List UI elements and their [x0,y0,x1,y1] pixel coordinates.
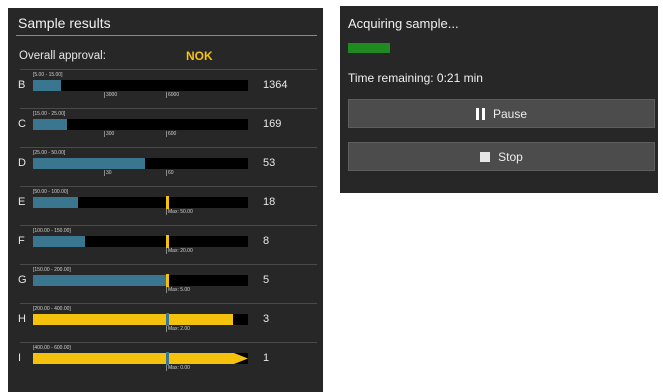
result-row-d: [25.00 - 50.00] D 30 60 53 [8,147,323,186]
row-letter: F [18,235,25,247]
acquisition-panel: Acquiring sample... Time remaining: 0:21… [340,6,658,193]
row-scale-tick [166,92,167,98]
row-scale-label: 300 [106,131,115,137]
row-letter: B [18,79,26,91]
row-letter: D [18,157,26,169]
row-count: 1364 [263,79,288,91]
pause-label: Pause [492,106,528,121]
row-bar-fill [33,314,233,325]
row-divider [20,108,317,109]
row-limit-marker [166,313,169,326]
row-bar-fill [33,80,61,91]
row-scale-label: 30 [106,170,112,176]
row-count: 53 [263,157,276,169]
row-scale-label: Max: 2.00 [168,326,190,332]
row-scale-tick [166,365,167,371]
row-scale-label: Max: 50.00 [168,209,193,215]
row-scale-label: Max: 5.00 [168,287,190,293]
row-scale-tick [166,131,167,137]
row-scale-tick [166,170,167,176]
row-letter: I [18,352,22,364]
row-letter: G [18,274,27,286]
row-scale-tick [166,209,167,215]
row-bar-track [33,235,248,248]
row-bar-fill [33,197,78,208]
row-scale-tick [166,248,167,254]
row-scale-tick [104,170,105,176]
row-scale-label: 600 [168,131,177,137]
row-divider [20,186,317,187]
row-scale-tick [166,287,167,293]
row-scale-label: 6000 [168,92,180,98]
acquisition-title: Acquiring sample... [348,16,459,31]
row-scale-label: Max: 0.00 [168,365,190,371]
pause-icon [475,107,485,120]
result-row-g: [150.00 - 200.00] G Max: 5.00 5 [8,264,323,303]
overall-approval-label: Overall approval: [19,50,106,62]
row-bar-track [33,158,248,169]
row-count: 169 [263,118,282,130]
row-limit-marker [166,274,169,287]
row-bar-track [33,352,248,365]
row-count: 5 [263,274,270,286]
row-scale-label: 60 [168,170,174,176]
row-scale-label: 3000 [106,92,118,98]
row-bar-fill [33,353,248,364]
row-divider [20,69,317,70]
row-bar-track [33,80,248,91]
row-count: 18 [263,196,276,208]
row-range: [150.00 - 200.00] [33,267,71,273]
result-row-b: [5.00 - 15.00] B 3000 6000 1364 [8,69,323,108]
row-bar-fill [33,158,145,169]
row-letter: E [18,196,26,208]
row-limit-marker [166,352,169,365]
row-range: [200.00 - 400.00] [33,306,71,312]
row-bar-fill [33,275,166,286]
result-row-i: [400.00 - 600.00] I Max: 0.00 1 [8,342,323,381]
stop-button[interactable]: Stop [348,142,655,171]
row-range: [100.00 - 150.00] [33,228,71,234]
row-count: 3 [263,313,270,325]
row-bar-track [33,274,248,287]
row-count: 8 [263,235,270,247]
time-remaining: Time remaining: 0:21 min [348,71,483,85]
result-row-f: [100.00 - 150.00] F Max: 20.00 8 [8,225,323,264]
stop-icon [480,151,491,162]
row-limit-marker [166,196,169,209]
row-scale-tick [104,92,105,98]
row-bar-track [33,196,248,209]
row-scale-tick [166,326,167,332]
row-scale-label: Max: 20.00 [168,248,193,254]
row-range: [50.00 - 100.00] [33,189,69,195]
row-divider [20,303,317,304]
sample-results-panel: Sample results Overall approval: NOK [5.… [8,8,323,392]
overall-approval-value: NOK [186,49,213,63]
row-limit-marker [166,235,169,248]
progress-bar [348,43,648,53]
row-letter: C [18,118,26,130]
result-row-h: [200.00 - 400.00] H Max: 2.00 3 [8,303,323,342]
result-row-e: [50.00 - 100.00] E Max: 50.00 18 [8,186,323,225]
title-divider [16,35,317,36]
row-bar-track [33,313,248,326]
row-range: [400.00 - 600.00] [33,345,71,351]
row-divider [20,147,317,148]
row-bar-fill [33,119,67,130]
panel-title: Sample results [18,15,111,31]
row-bar-track [33,119,248,130]
row-range: [5.00 - 15.00] [33,72,63,78]
row-divider [20,264,317,265]
stop-label: Stop [498,149,523,164]
row-divider [20,225,317,226]
row-divider [20,342,317,343]
row-letter: H [18,313,26,325]
pause-button[interactable]: Pause [348,99,655,128]
progress-fill [348,43,390,53]
row-range: [15.00 - 25.00] [33,111,66,117]
row-range: [25.00 - 50.00] [33,150,66,156]
row-count: 1 [263,352,270,364]
row-bar-fill [33,236,85,247]
result-row-c: [15.00 - 25.00] C 300 600 169 [8,108,323,147]
row-scale-tick [104,131,105,137]
